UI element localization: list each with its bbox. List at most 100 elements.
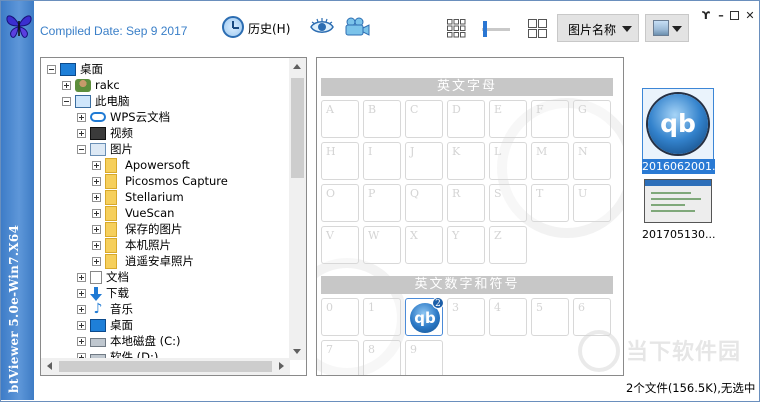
expand-icon[interactable]	[77, 336, 86, 346]
eye-icon[interactable]	[309, 17, 335, 37]
tree-item[interactable]: 本机照片	[92, 237, 171, 253]
letter-cell[interactable]: S	[489, 184, 527, 222]
expand-icon[interactable]	[92, 208, 101, 218]
letter-cell-label: W	[368, 229, 380, 242]
tree-item[interactable]: WPS云文档	[77, 109, 170, 125]
scrollbar-thumb[interactable]	[59, 361, 272, 372]
thumbnail-item[interactable]	[644, 179, 712, 223]
letter-cell[interactable]: Q	[405, 184, 443, 222]
expand-icon[interactable]	[92, 176, 101, 186]
letter-cell[interactable]: M	[531, 142, 569, 180]
letter-cell[interactable]: Y	[447, 226, 485, 264]
letter-cell[interactable]: T	[531, 184, 569, 222]
tree-item[interactable]: 桌面	[77, 317, 133, 333]
digit-cell[interactable]: 3	[447, 298, 485, 336]
tree-item[interactable]: 视频	[77, 125, 133, 141]
tree-item[interactable]: Apowersoft	[92, 157, 190, 173]
digit-cell[interactable]: 4	[489, 298, 527, 336]
tree-item[interactable]: 此电脑	[62, 93, 130, 109]
scrollbar-thumb[interactable]	[291, 78, 304, 178]
letter-cell[interactable]: A	[321, 100, 359, 138]
digit-cell[interactable]: 7	[321, 340, 359, 375]
expand-icon[interactable]	[77, 288, 86, 298]
view-mode-dropdown[interactable]	[645, 14, 689, 42]
scroll-down-icon[interactable]	[293, 349, 301, 354]
history-clock-icon[interactable]	[222, 16, 244, 38]
maximize-button[interactable]	[730, 11, 739, 20]
letter-cell[interactable]: X	[405, 226, 443, 264]
thumbnail-size-slider[interactable]	[480, 18, 512, 38]
tree-item[interactable]: rakc	[62, 77, 120, 93]
expand-icon[interactable]	[77, 112, 86, 122]
expand-icon[interactable]	[92, 160, 101, 170]
letter-cell[interactable]: G	[573, 100, 611, 138]
letter-cell[interactable]: Z	[489, 226, 527, 264]
digit-cell-active[interactable]: qb 2	[405, 297, 444, 336]
digit-cell[interactable]: 5	[531, 298, 569, 336]
letter-cell[interactable]: I	[363, 142, 401, 180]
side-banner: btViewer 5.0e-Win7.X64	[1, 1, 34, 400]
letter-cell[interactable]: U	[573, 184, 611, 222]
digit-cell[interactable]: 9	[405, 340, 443, 375]
thumbnail-item-selected[interactable]: qb	[642, 88, 714, 160]
letter-cell[interactable]: F	[531, 100, 569, 138]
letter-cell[interactable]: P	[363, 184, 401, 222]
tree-item[interactable]: 本地磁盘 (C:)	[77, 333, 181, 349]
expand-icon[interactable]	[77, 272, 86, 282]
tree-item[interactable]: Stellarium	[92, 189, 184, 205]
expand-icon[interactable]	[92, 240, 101, 250]
expand-icon[interactable]	[62, 80, 71, 90]
collapse-icon[interactable]	[77, 144, 86, 154]
thumbnail-label-selected[interactable]: 2016062001...	[642, 159, 715, 174]
collapse-icon[interactable]	[62, 96, 71, 106]
small-grid-view-icon[interactable]	[447, 19, 466, 38]
tree-item[interactable]: ♪ 音乐	[77, 301, 133, 317]
folder-tree[interactable]: 桌面 rakc 此电脑 WPS云文档 视频 图片 Apowersoft Picosmos Ca…	[40, 57, 307, 376]
letter-cell[interactable]: W	[363, 226, 401, 264]
letter-cell[interactable]: D	[447, 100, 485, 138]
tree-horizontal-scrollbar[interactable]	[41, 358, 290, 375]
digit-cell[interactable]: 1	[363, 298, 401, 336]
history-menu-button[interactable]: 历史(H)	[248, 20, 290, 37]
pin-icon[interactable]: ϒ	[700, 10, 712, 22]
scroll-up-icon[interactable]	[293, 64, 301, 69]
tree-item[interactable]: 保存的图片	[92, 221, 183, 237]
expand-icon[interactable]	[77, 304, 86, 314]
letter-cell[interactable]: L	[489, 142, 527, 180]
expand-icon[interactable]	[77, 128, 86, 138]
letter-cell[interactable]: J	[405, 142, 443, 180]
tree-item[interactable]: 逍遥安卓照片	[92, 253, 194, 269]
letter-cell[interactable]: E	[489, 100, 527, 138]
large-grid-view-icon[interactable]	[528, 19, 547, 38]
tree-item[interactable]: 下载	[77, 285, 129, 301]
letter-cell[interactable]: V	[321, 226, 359, 264]
expand-icon[interactable]	[92, 256, 101, 266]
tree-vertical-scrollbar[interactable]	[289, 58, 306, 360]
expand-icon[interactable]	[77, 320, 86, 330]
tree-item[interactable]: VueScan	[92, 205, 174, 221]
thumbnail-label[interactable]: 201705130...	[642, 228, 715, 241]
tree-item[interactable]: 图片	[77, 141, 133, 157]
expand-icon[interactable]	[92, 224, 101, 234]
digit-cell[interactable]: 0	[321, 298, 359, 336]
close-button[interactable]: ✕	[744, 10, 756, 22]
letter-cell[interactable]: N	[573, 142, 611, 180]
expand-icon[interactable]	[92, 192, 101, 202]
scroll-left-icon[interactable]	[47, 362, 52, 370]
sort-by-dropdown[interactable]: 图片名称	[557, 14, 639, 42]
digit-cell[interactable]: 8	[363, 340, 401, 375]
minimize-button[interactable]: –	[715, 10, 727, 22]
letter-cell[interactable]: B	[363, 100, 401, 138]
tree-item[interactable]: 文档	[77, 269, 129, 285]
letter-cell[interactable]: H	[321, 142, 359, 180]
video-camera-icon[interactable]	[344, 17, 370, 37]
letter-cell[interactable]: K	[447, 142, 485, 180]
letter-cell[interactable]: R	[447, 184, 485, 222]
collapse-icon[interactable]	[47, 64, 56, 74]
tree-item[interactable]: Picosmos Capture	[92, 173, 228, 189]
tree-item[interactable]: 桌面	[47, 61, 103, 77]
slider-thumb[interactable]	[483, 21, 487, 37]
scroll-right-icon[interactable]	[279, 362, 284, 370]
letter-cell[interactable]: O	[321, 184, 359, 222]
letter-cell[interactable]: C	[405, 100, 443, 138]
